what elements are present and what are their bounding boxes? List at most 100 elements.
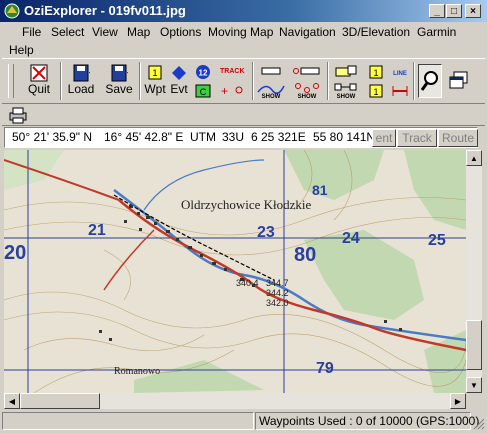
save-label: Save (105, 82, 133, 96)
floppy-disk-icon (73, 64, 90, 82)
horizontal-scrollbar[interactable]: ◀ ▶ (4, 393, 466, 409)
minimize-button[interactable]: _ (429, 4, 445, 18)
printer-icon (9, 107, 27, 124)
menu-view[interactable]: View (92, 25, 118, 39)
track-number-icon: 12 C (195, 65, 211, 98)
quit-label: Quit (27, 82, 50, 96)
toolbar-separator (252, 62, 254, 100)
svg-text:1: 1 (373, 87, 378, 97)
floppy-disk-icon (111, 64, 128, 82)
vertical-scrollbar[interactable]: ▲ ▼ (466, 150, 482, 393)
scroll-left-arrow-icon[interactable]: ◀ (4, 393, 20, 409)
menu-garmin[interactable]: Garmin (417, 25, 456, 39)
menu-options[interactable]: Options (160, 25, 201, 39)
track-add-button[interactable]: TRACK + (218, 64, 248, 100)
app-icon[interactable] (4, 3, 20, 19)
window-list-icon (449, 71, 468, 89)
scroll-down-arrow-icon[interactable]: ▼ (466, 377, 482, 393)
scroll-right-arrow-icon[interactable]: ▶ (450, 393, 466, 409)
menu-file[interactable]: File (22, 25, 41, 39)
menu-map[interactable]: Map (127, 25, 150, 39)
utm-northing: 55 80 141N (313, 130, 376, 144)
show-track-button[interactable]: SHOW (256, 64, 286, 100)
menu-navigation[interactable]: Navigation (279, 25, 336, 39)
svg-text:1: 1 (373, 68, 378, 78)
grid-number: 23 (257, 224, 275, 241)
svg-text:C: C (200, 87, 207, 97)
svg-text:1: 1 (152, 68, 157, 78)
toolbar-grip[interactable] (8, 64, 14, 98)
event-list-button[interactable]: ent (372, 129, 396, 147)
event-button[interactable]: Evt (167, 62, 191, 100)
resize-grip-icon[interactable] (471, 416, 485, 430)
svg-text:SHOW: SHOW (262, 94, 281, 100)
route-list-button[interactable]: Route (438, 129, 478, 147)
waypoint-icon: 1 (148, 65, 162, 80)
quit-icon (30, 64, 48, 82)
latitude-readout: 50° 21' 35.9" N (12, 130, 93, 144)
svg-text:TRACK: TRACK (220, 68, 245, 75)
print-button[interactable] (8, 106, 28, 124)
show-names-button[interactable]: SHOW (332, 64, 360, 100)
waypoint-list-icon: 1 1 (369, 65, 383, 98)
topographic-map[interactable] (4, 150, 466, 393)
spot-height: 342.0 (266, 298, 289, 308)
window-list-button[interactable] (446, 64, 470, 98)
save-button[interactable]: Save (102, 62, 136, 100)
load-button[interactable]: Load (64, 62, 98, 100)
show-route-icon: SHOW (293, 67, 320, 100)
svg-text:12: 12 (199, 69, 208, 78)
waypoint-label: Wpt (144, 82, 166, 96)
menu-select[interactable]: Select (51, 25, 84, 39)
waypoint-button[interactable]: 1 Wpt (143, 62, 167, 100)
waypoint-list-button[interactable]: 1 1 (366, 64, 388, 100)
line-tool-button[interactable]: LINE (390, 64, 410, 100)
svg-text:SHOW: SHOW (298, 94, 317, 100)
event-label: Evt (170, 82, 188, 96)
toolbar-separator (413, 62, 415, 100)
load-label: Load (67, 82, 95, 96)
zoom-button[interactable] (418, 64, 442, 98)
menu-help[interactable]: Help (9, 43, 34, 57)
track-list-button[interactable]: Track (397, 129, 437, 147)
village-label: Romanowo (114, 366, 161, 377)
grid-number: 21 (88, 222, 106, 239)
grid-number: 81 (312, 182, 328, 198)
spot-height: 344.7 (266, 278, 289, 288)
grid-number: 79 (316, 360, 334, 377)
svg-text:SHOW: SHOW (337, 94, 356, 100)
menu-moving-map[interactable]: Moving Map (208, 25, 273, 39)
show-names-icon: SHOW (334, 65, 357, 100)
spot-height: 344.2 (266, 288, 289, 298)
magnifier-icon (420, 71, 438, 91)
track-tools[interactable]: 12 C (193, 64, 213, 100)
svg-text:LINE: LINE (393, 71, 407, 77)
town-label: Oldrzychowice Kłodzkie (181, 197, 312, 212)
status-panel-empty (2, 412, 254, 430)
horizontal-scroll-thumb[interactable] (20, 393, 100, 409)
show-track-icon: SHOW (257, 67, 285, 100)
show-route-button[interactable]: SHOW (292, 64, 322, 100)
spot-height: 340.4 (236, 278, 259, 288)
scroll-up-arrow-icon[interactable]: ▲ (466, 150, 482, 166)
secondary-toolbar (2, 103, 485, 126)
waypoints-used-status: Waypoints Used : 0 of 10000 (GPS:1000) (255, 412, 479, 430)
window-title: OziExplorer - 019fv011.jpg (24, 3, 186, 18)
grid-number: 80 (294, 244, 317, 266)
close-button[interactable]: × (465, 4, 481, 18)
menu-3d-elevation[interactable]: 3D/Elevation (342, 25, 410, 39)
svg-text:+: + (221, 84, 228, 98)
event-diamond-icon (172, 66, 186, 80)
vertical-scroll-thumb[interactable] (466, 320, 482, 370)
toolbar-separator (60, 62, 62, 100)
line-tool-icon: LINE (392, 71, 408, 96)
scroll-corner (466, 393, 482, 409)
utm-label: UTM (190, 130, 216, 144)
toolbar-separator (327, 62, 329, 100)
maximize-button[interactable]: □ (446, 4, 462, 18)
grid-number: 24 (342, 230, 360, 247)
utm-easting: 6 25 321E (251, 130, 306, 144)
map-view[interactable]: Oldrzychowice Kłodzkie Romanowo 20 21 23… (4, 150, 466, 393)
grid-number: 20 (4, 242, 27, 264)
quit-button[interactable]: Quit (24, 62, 54, 100)
